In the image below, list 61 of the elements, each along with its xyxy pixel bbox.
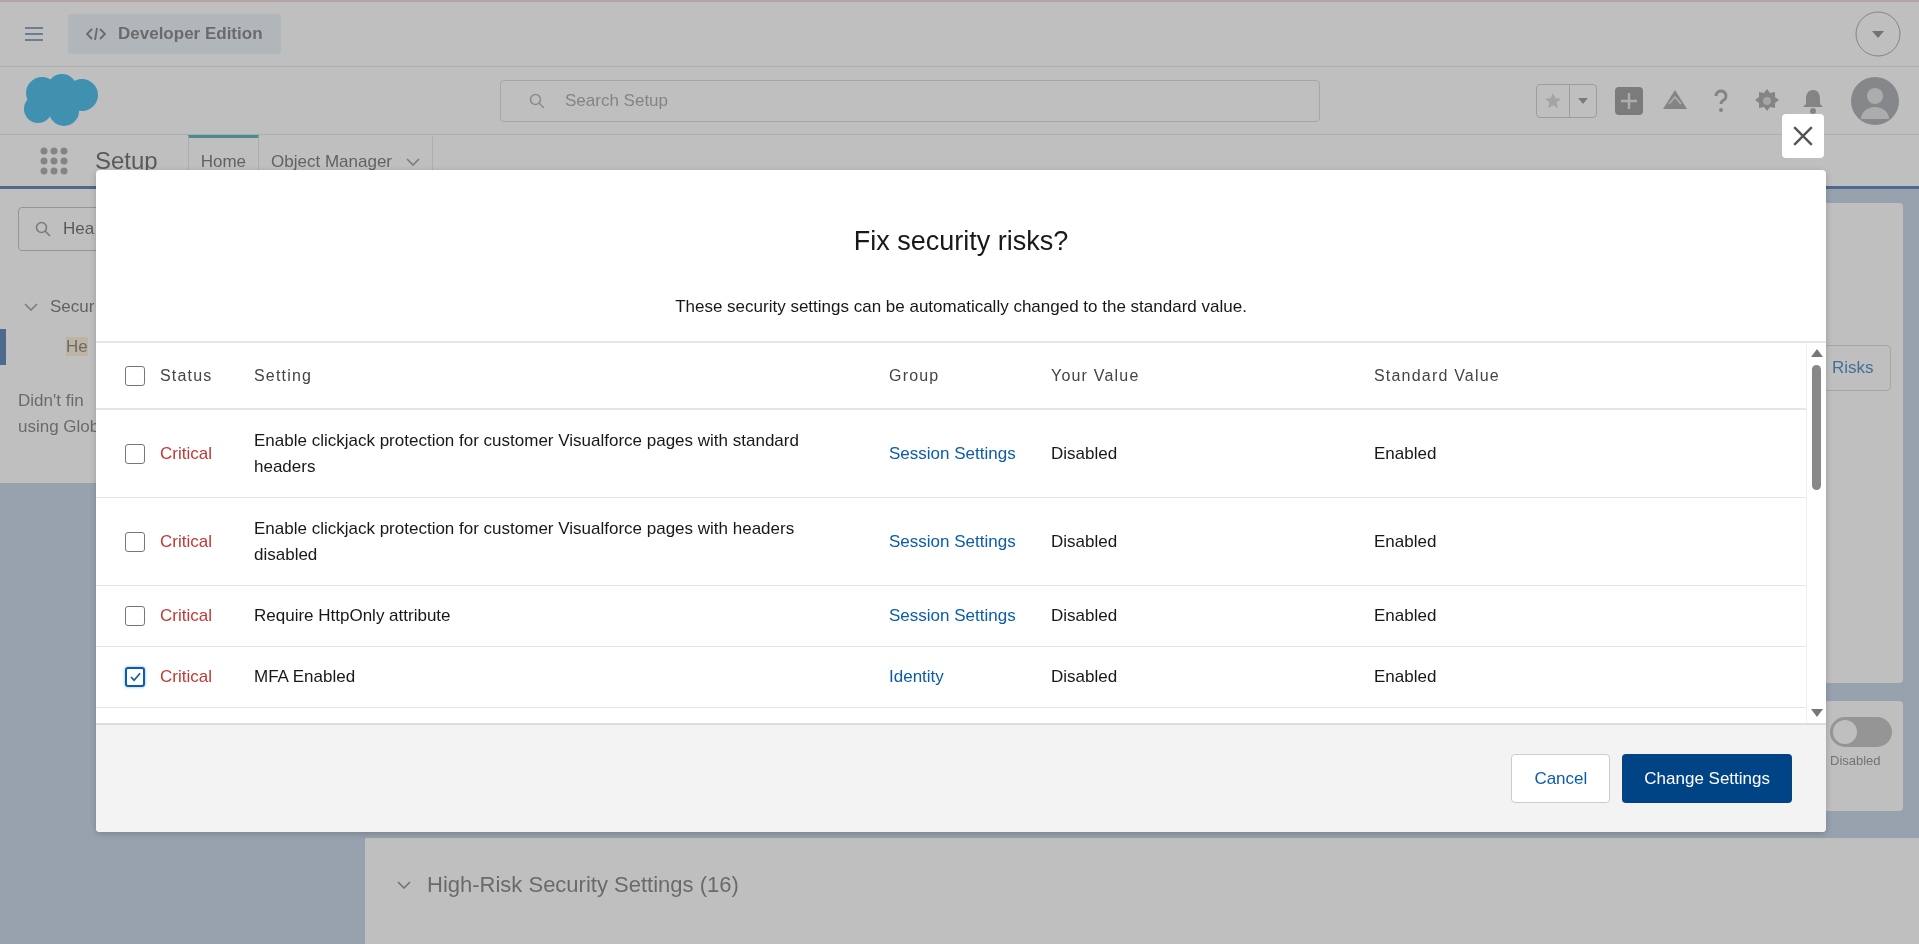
menu-icon[interactable] bbox=[24, 26, 44, 42]
setting-name: MFA Enabled bbox=[254, 666, 357, 688]
group-link[interactable]: Session Settings bbox=[889, 606, 1016, 625]
dialog-subtitle: These security settings can be automatically changed to the standard value. bbox=[675, 297, 1247, 317]
dialog-title: Fix security risks? bbox=[853, 226, 1069, 257]
group-link[interactable]: Identity bbox=[889, 667, 944, 686]
code-icon bbox=[86, 27, 106, 41]
scrollbar[interactable] bbox=[1806, 343, 1826, 723]
standard-value: Enabled bbox=[1374, 443, 1437, 463]
chevron-down-icon bbox=[397, 881, 411, 889]
column-header[interactable]: Standard Value bbox=[1374, 366, 1500, 384]
change-settings-button[interactable]: Change Settings bbox=[1622, 754, 1792, 803]
plus-icon[interactable] bbox=[1615, 86, 1643, 115]
setting-name: Enable clickjack protection for customer Visualforce pages with standard headers bbox=[254, 429, 800, 478]
cancel-button[interactable]: Cancel bbox=[1511, 754, 1611, 803]
search-icon bbox=[35, 221, 51, 237]
column-header[interactable]: Setting bbox=[254, 366, 313, 384]
chevron-down-icon bbox=[24, 303, 38, 311]
chevron-down-icon bbox=[406, 158, 421, 166]
your-value: Disabled bbox=[1051, 443, 1118, 463]
toggle-label: Disabled bbox=[1830, 753, 1882, 768]
column-header[interactable]: Your Value bbox=[1051, 366, 1140, 384]
your-value: Disabled bbox=[1051, 606, 1118, 625]
check-icon bbox=[130, 672, 141, 682]
app-launcher-icon[interactable] bbox=[40, 146, 68, 175]
row-checkbox[interactable] bbox=[125, 606, 145, 626]
status-text: Critical bbox=[160, 443, 212, 463]
search-icon bbox=[529, 92, 545, 109]
favorites-button[interactable] bbox=[1536, 83, 1597, 118]
scroll-up-icon[interactable] bbox=[1810, 349, 1823, 357]
standard-value: Enabled bbox=[1374, 667, 1437, 686]
toggle-switch[interactable] bbox=[1830, 717, 1892, 747]
column-header[interactable]: Group bbox=[889, 366, 940, 384]
scrollbar-thumb[interactable] bbox=[1812, 365, 1821, 490]
app-badge-label: Developer Edition bbox=[118, 24, 263, 44]
group-link[interactable]: Session Settings bbox=[889, 531, 1016, 551]
app-name: Setup bbox=[95, 146, 158, 175]
group-link[interactable]: Session Settings bbox=[889, 443, 1016, 463]
setting-name: Require HttpOnly attribute bbox=[254, 605, 452, 627]
status-text: Critical bbox=[160, 531, 212, 551]
standard-value: Enabled bbox=[1374, 606, 1437, 625]
row-checkbox[interactable] bbox=[125, 667, 145, 687]
status-text: Critical bbox=[160, 606, 212, 625]
search-placeholder: Search Setup bbox=[565, 90, 668, 111]
your-value: Disabled bbox=[1051, 531, 1118, 551]
close-icon bbox=[1792, 125, 1814, 147]
caret-icon bbox=[1578, 97, 1588, 104]
scroll-down-icon[interactable] bbox=[1810, 709, 1823, 717]
row-checkbox[interactable] bbox=[125, 531, 145, 552]
row-checkbox[interactable] bbox=[125, 443, 145, 464]
close-button[interactable] bbox=[1782, 114, 1824, 158]
dropdown-icon[interactable] bbox=[1855, 11, 1901, 57]
your-value: Disabled bbox=[1051, 667, 1118, 686]
avatar-icon[interactable] bbox=[1851, 76, 1899, 125]
help-text: Didn't fin bbox=[18, 391, 85, 411]
status-text: Critical bbox=[160, 667, 212, 686]
standard-value: Enabled bbox=[1374, 531, 1437, 551]
setting-name: Enable clickjack protection for customer Visualforce pages with headers disabled bbox=[254, 517, 796, 566]
search-value: Hea bbox=[63, 219, 95, 239]
select-all-checkbox[interactable] bbox=[125, 365, 145, 386]
column-header[interactable]: Status bbox=[160, 366, 213, 384]
